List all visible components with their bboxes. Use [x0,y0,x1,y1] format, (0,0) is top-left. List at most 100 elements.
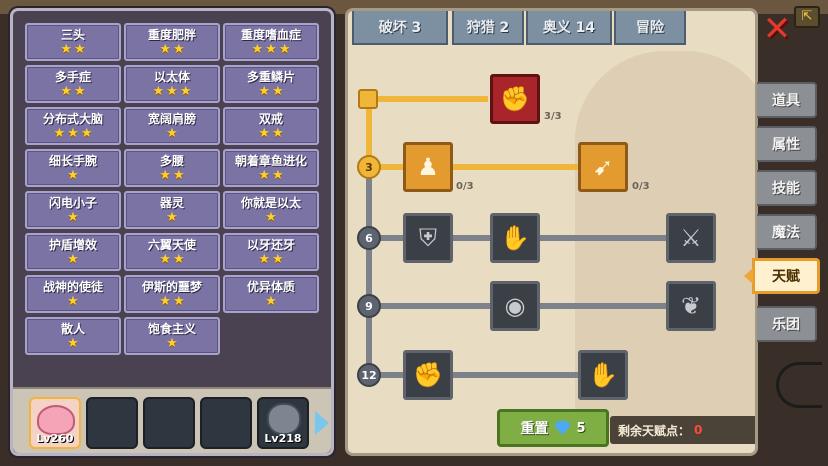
talent-slash-icon[interactable]: ⚔ [666,213,716,263]
star-icon: ★ [173,252,185,267]
side-tab-attributes[interactable]: 属性 [757,126,817,162]
trait-card[interactable]: 三头 ★ ★ [25,23,121,61]
trait-card[interactable]: 伊斯的噩梦 ★ ★ [124,275,220,313]
reset-cost: 5 [576,420,586,436]
star-icon: ★ [60,84,72,99]
star-icon: ★ [278,42,291,57]
row-badge-3: 3 [357,155,381,179]
trait-name: 三头 [60,28,85,42]
star-icon: ★ [74,84,86,99]
hero-slot[interactable]: Lv260 [29,397,81,449]
trait-card[interactable]: 以太体 ★ ★ ★ [124,65,220,103]
trait-panel: 三头 ★ ★ 重度肥胖 ★ ★ 重度嗜血症 ★ ★ ★ 多手症 ★ ★ 以太体 ★ ★ ★ 多重鳞片 ★ ★ 分布式大脑… [10,8,334,456]
trait-card[interactable]: 宽阔肩膀 ★ [124,107,220,145]
trait-stars: ★ ★ [159,295,184,308]
hero-avatar [37,405,75,435]
row-badge-6: 6 [357,226,381,250]
trait-card[interactable]: 器灵 ★ [124,191,220,229]
star-icon: ★ [166,126,178,141]
talent-count-arrow: 0/3 [632,181,650,192]
reset-button[interactable]: 重置 5 [497,409,609,447]
star-icon: ★ [60,42,72,57]
side-tab-skills[interactable]: 技能 [757,170,817,206]
star-icon: ★ [159,252,171,267]
trait-card[interactable]: 分布式大脑 ★ ★ ★ [25,107,121,145]
star-icon: ★ [166,336,178,351]
trait-card[interactable]: 战神的使徒 ★ [25,275,121,313]
trait-card[interactable]: 六翼天使 ★ ★ [124,233,220,271]
close-icon[interactable]: ✕ [762,12,792,46]
star-icon: ★ [265,294,277,309]
trait-stars: ★ [67,253,79,266]
trait-card[interactable]: 重度肥胖 ★ ★ [124,23,220,61]
trait-card[interactable]: 多重鳞片 ★ ★ [223,65,319,103]
next-arrow-icon[interactable] [315,411,329,435]
trait-name: 战神的使徒 [42,280,103,294]
star-icon: ★ [67,168,79,183]
star-icon: ★ [166,84,178,99]
star-icon: ★ [166,210,178,225]
points-value: 0 [694,423,703,437]
row-badge-12: 12 [357,363,381,387]
trait-card[interactable]: 闪电小子 ★ [25,191,121,229]
side-tab-band[interactable]: 乐团 [757,306,817,342]
trait-card[interactable]: 以牙还牙 ★ ★ [223,233,319,271]
talent-count-arm-wrestle: 3/3 [544,111,562,122]
window-toggle-icon[interactable]: ⇱ [794,6,820,28]
trait-stars: ★ [166,127,178,140]
trait-name: 宽阔肩膀 [147,112,196,126]
talent-ripple-icon[interactable]: ◉ [490,281,540,331]
trait-card[interactable]: 双戒 ★ ★ [223,107,319,145]
star-icon: ★ [258,168,270,183]
trait-name: 护盾增效 [48,238,97,252]
hero-slot-empty[interactable] [200,397,252,449]
star-icon: ★ [258,252,270,267]
talent-wing-icon[interactable]: ❦ [666,281,716,331]
diamond-icon [554,421,571,435]
trait-name: 器灵 [159,196,184,210]
star-icon: ★ [272,168,284,183]
talent-shield-icon[interactable]: ⛨ [403,213,453,263]
star-icon: ★ [251,42,264,57]
trait-stars: ★ [265,295,277,308]
star-icon: ★ [74,42,86,57]
trait-card[interactable]: 朝着章鱼进化 ★ ★ [223,149,319,187]
talent-fist-icon[interactable]: ✊ [403,350,453,400]
hero-slot-empty[interactable] [143,397,195,449]
trait-card[interactable]: 多腰 ★ ★ [124,149,220,187]
hero-slot-empty[interactable] [86,397,138,449]
active-tab-arrow-icon [744,268,753,284]
trait-stars: ★ ★ [258,253,283,266]
trait-card[interactable]: 多手症 ★ ★ [25,65,121,103]
star-icon: ★ [265,210,277,225]
trait-card[interactable]: 护盾增效 ★ [25,233,121,271]
side-tab-items[interactable]: 道具 [757,82,817,118]
trait-stars: ★ ★ [159,253,184,266]
hero-slot[interactable]: Lv218 [257,397,309,449]
talent-grip-icon[interactable]: ✋ [578,350,628,400]
side-tab-magic[interactable]: 魔法 [757,214,817,250]
talent-arm-wrestle-icon[interactable]: ✊ [490,74,540,124]
side-tab-talent[interactable]: 天赋 [752,258,820,294]
bow-icon[interactable] [776,362,822,408]
talent-body-icon[interactable]: ♟ [403,142,453,192]
trait-card[interactable]: 细长手腕 ★ [25,149,121,187]
trait-name: 双戒 [258,112,283,126]
trait-card[interactable]: 饱食主义 ★ [124,317,220,355]
trait-name: 多手症 [54,70,91,84]
row-badge-9: 9 [357,294,381,318]
trait-stars: ★ ★ [60,43,85,56]
trait-stars: ★ [166,337,178,350]
talent-arrow-icon[interactable]: ➹ [578,142,628,192]
trait-stars: ★ ★ ★ [252,43,291,56]
reset-label: 重置 [520,421,549,437]
trait-name: 重度嗜血症 [240,28,301,42]
trait-card[interactable]: 重度嗜血症 ★ ★ ★ [223,23,319,61]
star-icon: ★ [179,84,192,99]
talent-punch-icon[interactable]: ✋ [490,213,540,263]
trait-card[interactable]: 散人 ★ [25,317,121,355]
trait-name: 多重鳞片 [246,70,295,84]
trait-card[interactable]: 你就是以太 ★ [223,191,319,229]
star-icon: ★ [272,126,284,141]
trait-card[interactable]: 优异体质 ★ [223,275,319,313]
